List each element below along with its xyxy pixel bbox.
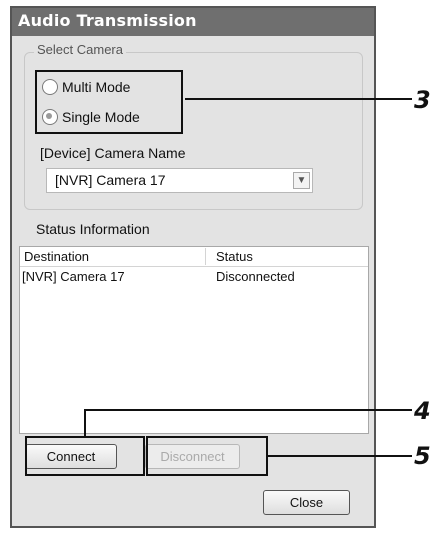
row-destination-cell[interactable]: [NVR] Camera 17 [22, 269, 125, 284]
row-status-cell[interactable]: Disconnected [216, 269, 295, 284]
camera-select-value: [NVR] Camera 17 [55, 172, 166, 188]
close-button[interactable]: Close [263, 490, 350, 515]
callout-5-line [268, 455, 412, 457]
callout-3-line [185, 98, 412, 100]
callout-4-line [84, 409, 412, 411]
mode-highlight-box [35, 70, 183, 134]
callout-number-3: 3 [414, 86, 431, 114]
column-header-destination[interactable]: Destination [24, 249, 89, 264]
column-header-status[interactable]: Status [216, 249, 253, 264]
title-bar[interactable]: Audio Transmission [12, 8, 374, 36]
callout-number-5: 5 [414, 442, 431, 470]
chevron-down-icon[interactable]: ▼ [293, 172, 310, 189]
camera-select[interactable]: [NVR] Camera 17 ▼ [46, 168, 313, 193]
callout-4-leader [84, 409, 86, 437]
select-camera-group-label: Select Camera [34, 42, 126, 57]
disconnect-highlight-box [146, 436, 268, 476]
status-information-label: Status Information [36, 221, 150, 237]
status-list[interactable]: Destination Status [NVR] Camera 17 Disco… [19, 246, 369, 434]
callout-number-4: 4 [414, 397, 431, 425]
status-list-header: Destination Status [20, 247, 368, 267]
dialog-title: Audio Transmission [18, 11, 197, 30]
connect-highlight-box [25, 436, 145, 476]
device-camera-name-label: [Device] Camera Name [40, 145, 186, 161]
column-divider[interactable] [205, 248, 206, 265]
